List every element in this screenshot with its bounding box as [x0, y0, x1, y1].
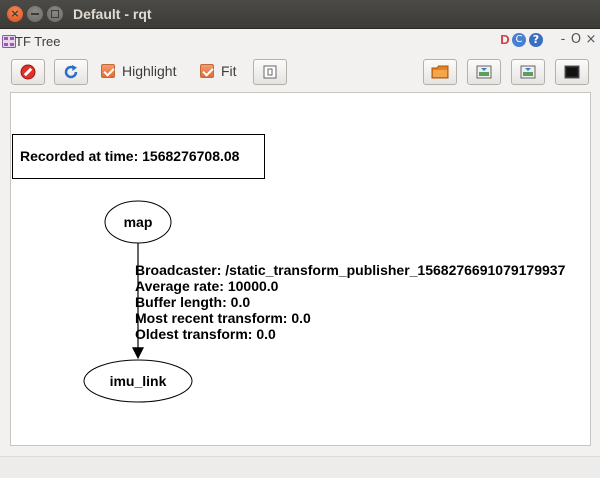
- window-titlebar: × Default - rqt: [0, 0, 600, 29]
- fit-in-view-button[interactable]: [253, 59, 287, 85]
- load-dot-button[interactable]: [423, 59, 457, 85]
- close-plugin-icon[interactable]: ×: [584, 33, 598, 47]
- edge-label-buffer-length: Buffer length: 0.0: [135, 294, 250, 310]
- save-image-icon: [520, 65, 536, 79]
- dash-icon[interactable]: -: [556, 33, 570, 47]
- refresh-button[interactable]: [54, 59, 88, 85]
- edge-label-average-rate: Average rate: 10000.0: [135, 278, 279, 294]
- folder-icon: [431, 65, 449, 79]
- help-icon[interactable]: ?: [529, 33, 543, 47]
- tf-graph-canvas[interactable]: Recorded at time: 1568276708.08 map imu_…: [10, 92, 591, 446]
- save-dot-button[interactable]: [467, 59, 501, 85]
- save-image-button[interactable]: [555, 59, 589, 85]
- fit-in-view-icon: [263, 65, 277, 79]
- window-minimize-button[interactable]: [27, 6, 43, 22]
- refresh-icon: [64, 65, 78, 79]
- reload-plugin-icon[interactable]: C: [512, 33, 526, 47]
- window-maximize-button[interactable]: [47, 6, 63, 22]
- tf-graph: Recorded at time: 1568276708.08 map imu_…: [12, 134, 566, 403]
- tf-tree-plugin-icon: [2, 35, 16, 48]
- stop-icon: [20, 64, 36, 80]
- window-title: Default - rqt: [73, 6, 152, 22]
- node-imu-link-label: imu_link: [110, 373, 167, 389]
- edge-label-broadcaster: Broadcaster: /static_transform_publisher…: [135, 262, 566, 278]
- clear-button[interactable]: [11, 59, 45, 85]
- plugin-title: TF Tree: [15, 34, 61, 49]
- edge-label-oldest: Oldest transform: 0.0: [135, 326, 276, 342]
- options-icon[interactable]: O: [569, 33, 583, 47]
- recorded-time-text: Recorded at time: 1568276708.08: [20, 148, 240, 164]
- fit-label: Fit: [221, 63, 237, 79]
- fit-checkbox[interactable]: [200, 64, 214, 78]
- edge-label-most-recent: Most recent transform: 0.0: [135, 310, 311, 326]
- highlight-label: Highlight: [122, 63, 177, 79]
- window-close-button[interactable]: ×: [7, 6, 23, 22]
- d-icon[interactable]: D: [498, 33, 512, 47]
- status-bar: [0, 456, 600, 478]
- node-map-label: map: [124, 214, 153, 230]
- image-icon: [564, 65, 580, 79]
- save-image-icon: [476, 65, 492, 79]
- highlight-checkbox[interactable]: [101, 64, 115, 78]
- save-svg-button[interactable]: [511, 59, 545, 85]
